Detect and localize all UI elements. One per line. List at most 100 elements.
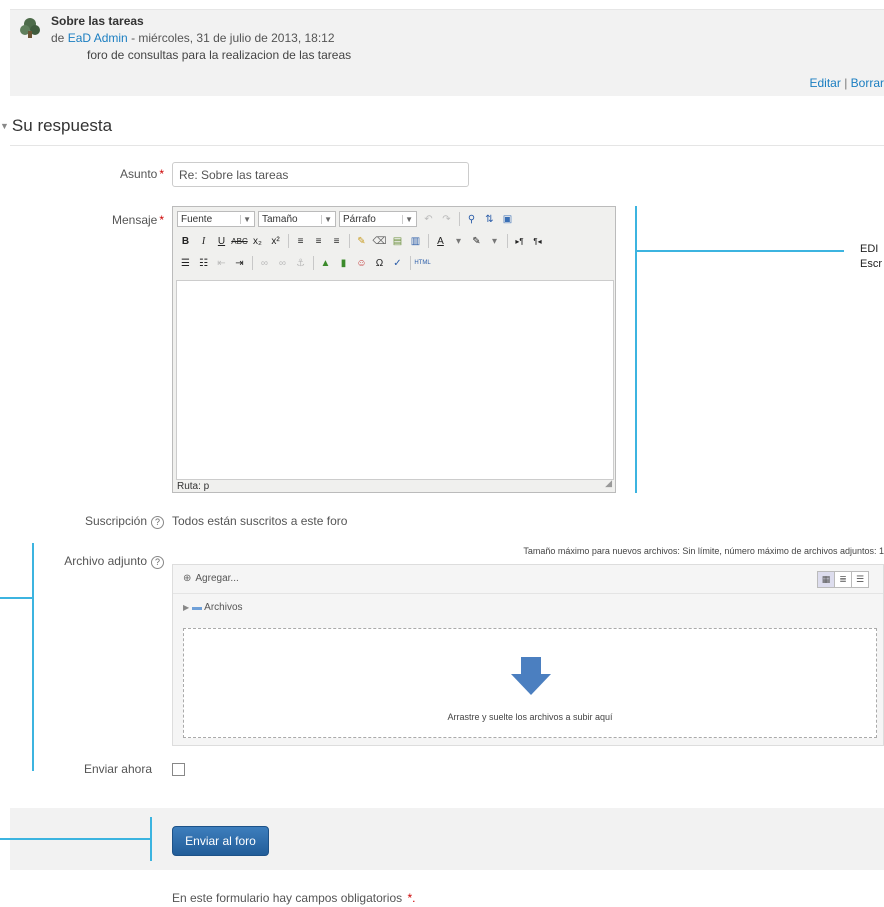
undo-icon[interactable]: ↶ bbox=[420, 211, 437, 227]
message-editor-area[interactable] bbox=[176, 280, 614, 480]
filepicker-info: Tamaño máximo para nuevos archivos: Sin … bbox=[523, 546, 884, 556]
list-view-icon[interactable]: ≣ bbox=[834, 571, 852, 588]
underline-icon[interactable]: U bbox=[213, 233, 230, 249]
bullet-list-icon[interactable]: ☰ bbox=[177, 255, 194, 271]
chevron-down-icon[interactable]: ▾ bbox=[450, 233, 467, 249]
cleanup-icon[interactable]: ✎ bbox=[353, 233, 370, 249]
send-now-checkbox[interactable] bbox=[172, 763, 185, 776]
bold-icon[interactable]: B bbox=[177, 233, 194, 249]
ltr-icon[interactable]: ▸¶ bbox=[511, 233, 528, 249]
superscript-icon[interactable]: x² bbox=[267, 233, 284, 249]
folder-breadcrumb[interactable]: ▶ ▬ Archivos bbox=[183, 602, 243, 613]
icon-view-icon[interactable]: ▦ bbox=[817, 571, 835, 588]
subscript-icon[interactable]: x₂ bbox=[249, 233, 266, 249]
toolbar-separator bbox=[507, 234, 508, 248]
edit-link[interactable]: Editar bbox=[810, 76, 841, 90]
font-select-label: Fuente bbox=[181, 213, 213, 225]
required-marker: * bbox=[159, 213, 164, 227]
forum-post-header: Sobre las tareas de EaD Admin - miércole… bbox=[10, 9, 884, 96]
toolbar-separator bbox=[288, 234, 289, 248]
rtl-icon[interactable]: ¶◂ bbox=[529, 233, 546, 249]
file-manager-toolbar: ⊕ Agregar... ▦ ≣ ☰ bbox=[173, 565, 883, 594]
post-actions: Editar | Borrar bbox=[810, 76, 884, 90]
subject-label: Asunto * bbox=[60, 167, 164, 181]
html-source-icon[interactable]: HTML bbox=[414, 255, 431, 271]
remove-format-icon[interactable]: ⌫ bbox=[371, 233, 388, 249]
send-now-label: Enviar ahora bbox=[83, 762, 152, 776]
editor-toolbar-row-2: B I U ABC x₂ x² ≡ ≡ ≡ ✎ ⌫ ▤ ▥ A ▾ ✎ ▾ ▸¶… bbox=[177, 232, 547, 250]
italic-icon[interactable]: I bbox=[195, 233, 212, 249]
post-message: foro de consultas para la realizacion de… bbox=[87, 48, 352, 62]
align-center-icon[interactable]: ≡ bbox=[310, 233, 327, 249]
subscription-label: Suscripción? bbox=[40, 514, 164, 529]
redo-icon[interactable]: ↷ bbox=[438, 211, 455, 227]
media-icon[interactable]: ▮ bbox=[335, 255, 352, 271]
attachment-label-text: Archivo adjunto bbox=[64, 554, 147, 568]
resize-grip-icon[interactable]: ◢ bbox=[605, 478, 612, 489]
font-select[interactable]: Fuente ▼ bbox=[177, 211, 255, 227]
chevron-down-icon: ▼ bbox=[321, 214, 332, 224]
editor-toolbar-row-1: Fuente ▼ Tamaño ▼ Párrafo ▼ ↶ ↷ ⚲ ⇅ ▣ bbox=[177, 210, 517, 228]
author-link[interactable]: EaD Admin bbox=[68, 31, 128, 45]
caret-right-icon: ▶ bbox=[183, 603, 190, 612]
editor-path: Ruta: p bbox=[177, 481, 210, 492]
chevron-down-icon[interactable]: ▾ bbox=[486, 233, 503, 249]
post-date: - miércoles, 31 de julio de 2013, 18:12 bbox=[127, 31, 335, 45]
section-heading[interactable]: ▼ Su respuesta bbox=[0, 116, 112, 136]
drop-zone-text: Arrastre y suelte los archivos a subir a… bbox=[447, 712, 613, 722]
align-left-icon[interactable]: ≡ bbox=[292, 233, 309, 249]
message-label-text: Mensaje bbox=[111, 213, 158, 227]
find-icon[interactable]: ⚲ bbox=[463, 211, 480, 227]
toolbar-separator bbox=[349, 234, 350, 248]
indent-icon[interactable]: ⇥ bbox=[231, 255, 248, 271]
help-icon[interactable]: ? bbox=[151, 556, 164, 569]
chevron-down-icon: ▼ bbox=[240, 214, 251, 224]
format-select[interactable]: Párrafo ▼ bbox=[339, 211, 417, 227]
footnote-text: En este formulario hay campos obligatori… bbox=[172, 891, 403, 905]
post-title: Sobre las tareas bbox=[51, 14, 144, 28]
required-marker: * bbox=[159, 167, 164, 181]
anchor-icon[interactable]: ⚓ bbox=[292, 255, 309, 271]
annotation-line-2: Escr bbox=[860, 258, 882, 270]
highlight-color-icon[interactable]: ✎ bbox=[468, 233, 485, 249]
rich-text-editor: Fuente ▼ Tamaño ▼ Párrafo ▼ ↶ ↷ ⚲ ⇅ ▣ B I U… bbox=[172, 206, 616, 493]
file-manager: ⊕ Agregar... ▦ ≣ ☰ ▶ ▬ Archivos Arrastre … bbox=[172, 564, 884, 746]
strikethrough-icon[interactable]: ABC bbox=[231, 233, 248, 249]
required-marker: *. bbox=[407, 891, 416, 905]
annotation-text: EDI Escr bbox=[860, 242, 882, 272]
special-char-icon[interactable]: Ω bbox=[371, 255, 388, 271]
toolbar-separator bbox=[252, 256, 253, 270]
actions-separator: | bbox=[840, 76, 851, 90]
size-select[interactable]: Tamaño ▼ bbox=[258, 211, 336, 227]
file-drop-zone[interactable]: Arrastre y suelte los archivos a subir a… bbox=[183, 628, 877, 738]
emoticon-icon[interactable]: ☺ bbox=[353, 255, 370, 271]
numbered-list-icon[interactable]: ☷ bbox=[195, 255, 212, 271]
spellcheck-icon[interactable]: ✓ bbox=[389, 255, 406, 271]
image-icon[interactable]: ▲ bbox=[317, 255, 334, 271]
link-icon[interactable]: ∞ bbox=[256, 255, 273, 271]
paste-text-icon[interactable]: ▤ bbox=[389, 233, 406, 249]
replace-icon[interactable]: ⇅ bbox=[481, 211, 498, 227]
add-file-icon: ⊕ bbox=[183, 573, 192, 584]
add-file-button[interactable]: ⊕ Agregar... bbox=[183, 573, 239, 584]
message-label: Mensaje * bbox=[60, 213, 164, 227]
user-avatar-icon bbox=[20, 18, 40, 38]
subject-input[interactable] bbox=[172, 162, 469, 187]
required-fields-note: En este formulario hay campos obligatori… bbox=[172, 891, 415, 905]
align-right-icon[interactable]: ≡ bbox=[328, 233, 345, 249]
text-color-icon[interactable]: A bbox=[432, 233, 449, 249]
attachment-label: Archivo adjunto? bbox=[20, 554, 164, 569]
arrow-down-icon bbox=[511, 657, 551, 695]
annotation-bracket bbox=[32, 543, 34, 771]
collapse-triangle-icon[interactable]: ▼ bbox=[0, 121, 9, 131]
folder-label: Archivos bbox=[204, 602, 243, 613]
unlink-icon[interactable]: ∞ bbox=[274, 255, 291, 271]
help-icon[interactable]: ? bbox=[151, 516, 164, 529]
submit-button[interactable]: Enviar al foro bbox=[172, 826, 269, 856]
by-prefix: de bbox=[51, 31, 65, 45]
tree-view-icon[interactable]: ☰ bbox=[851, 571, 869, 588]
fullscreen-icon[interactable]: ▣ bbox=[499, 211, 516, 227]
paste-word-icon[interactable]: ▥ bbox=[407, 233, 424, 249]
delete-link[interactable]: Borrar bbox=[851, 76, 884, 90]
outdent-icon[interactable]: ⇤ bbox=[213, 255, 230, 271]
